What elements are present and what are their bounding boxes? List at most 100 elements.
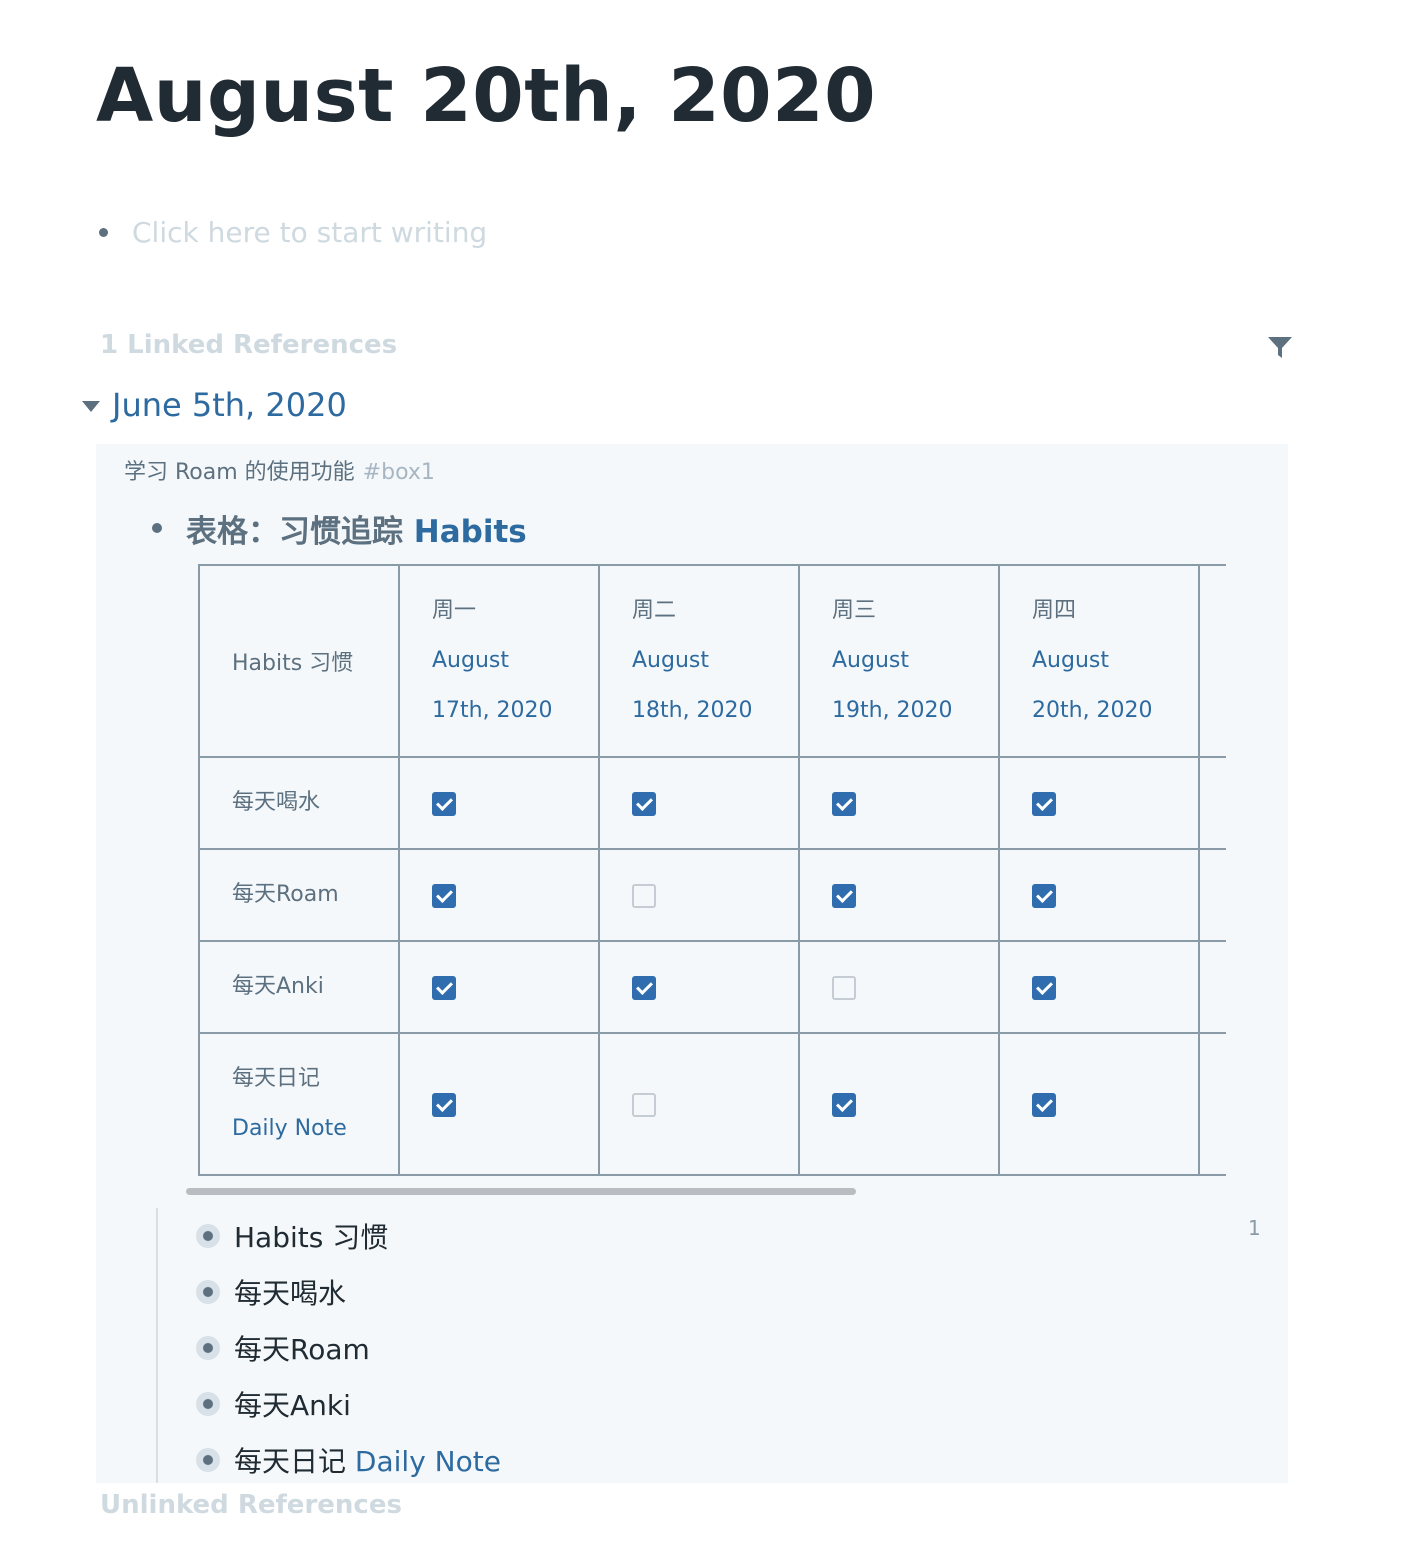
reference-block[interactable]: 表格：习惯追踪 Habits xyxy=(152,506,527,550)
habits-page-link[interactable]: Habits xyxy=(414,514,527,550)
reference-children: 1 Habits 习惯每天喝水每天Roam 每天Anki 每天日记 Daily No… xyxy=(156,1208,1266,1483)
checkbox-checked[interactable] xyxy=(1032,883,1056,908)
checkbox-checked[interactable] xyxy=(832,791,856,816)
date-link[interactable]: 20th, 2020 xyxy=(1032,686,1198,736)
habit-page-link[interactable]: Daily Note xyxy=(232,1104,398,1154)
list-item[interactable]: 每天Anki xyxy=(196,1380,351,1428)
filter-icon[interactable] xyxy=(1266,334,1294,362)
list-item-text[interactable]: 每天喝水 xyxy=(234,1272,346,1312)
list-item[interactable]: 每天喝水 xyxy=(196,1268,346,1316)
block-bullet-icon[interactable] xyxy=(152,523,162,533)
checkbox-checked[interactable] xyxy=(832,1092,856,1117)
habit-name: 每天日记 xyxy=(232,1066,321,1091)
block-bullet-icon[interactable] xyxy=(99,227,108,237)
collapsed-bullet-icon[interactable] xyxy=(196,1392,220,1416)
list-item-text[interactable]: Habits 习惯 xyxy=(234,1216,388,1256)
checkbox-checked[interactable] xyxy=(1032,791,1056,816)
overflow-cell xyxy=(1198,756,1226,850)
breadcrumb[interactable]: 学习 Roam 的使用功能 #box1 xyxy=(124,454,435,486)
reference-panel: 学习 Roam 的使用功能 #box1 表格：习惯追踪 Habits Habits… xyxy=(96,444,1288,1483)
habit-table: Habits 习惯 周一 August 17th, 2020 周二 August 18t… xyxy=(198,564,1226,1176)
date-link[interactable]: 19th, 2020 xyxy=(832,686,998,736)
table-header-day: 周三 August 19th, 2020 xyxy=(798,564,1000,758)
collapsed-bullet-icon[interactable] xyxy=(196,1224,220,1248)
reference-group-header[interactable]: June 5th, 2020 xyxy=(82,384,347,426)
indent-guide xyxy=(156,1208,158,1483)
habit-check-cell xyxy=(398,756,600,850)
checkbox-checked[interactable] xyxy=(632,791,656,816)
reference-count: 1 xyxy=(1248,1216,1261,1240)
habit-check-cell xyxy=(798,1032,1000,1176)
checkbox-checked[interactable] xyxy=(432,1092,456,1117)
weekday-label: 周三 xyxy=(832,598,877,623)
list-item-text[interactable]: 每天日记 Daily Note xyxy=(234,1440,501,1480)
table-header-day: 周一 August 17th, 2020 xyxy=(398,564,600,758)
habit-check-cell xyxy=(598,940,800,1034)
block-title-text: 表格：习惯追踪 xyxy=(186,513,403,550)
weekday-label: 周一 xyxy=(432,598,477,623)
habit-check-cell xyxy=(998,756,1200,850)
checkbox-checked[interactable] xyxy=(632,975,656,1000)
habit-name: 每天Roam xyxy=(232,882,339,907)
list-item-text[interactable]: 每天Anki xyxy=(234,1384,351,1424)
date-link[interactable]: August xyxy=(832,636,998,686)
habit-check-cell xyxy=(998,848,1200,942)
checkbox-checked[interactable] xyxy=(1032,975,1056,1000)
habit-check-cell xyxy=(398,848,600,942)
list-item-label: 每天日记 xyxy=(234,1445,347,1478)
breadcrumb-tag[interactable]: #box1 xyxy=(363,460,435,485)
overflow-cell xyxy=(1198,1032,1226,1176)
table-header-row: Habits 习惯 周一 August 17th, 2020 周二 August 18t… xyxy=(198,564,1226,758)
table-row: 每天Anki xyxy=(198,940,1226,1034)
date-link[interactable]: August xyxy=(632,636,798,686)
date-link[interactable]: 18th, 2020 xyxy=(632,686,798,736)
habit-check-cell xyxy=(798,940,1000,1034)
weekday-label: 周四 xyxy=(1032,598,1077,623)
horizontal-scrollbar[interactable] xyxy=(186,1188,856,1195)
checkbox-checked[interactable] xyxy=(432,791,456,816)
table-header-overflow xyxy=(1198,564,1226,758)
habit-name: 每天Anki xyxy=(232,974,324,999)
list-item-label: 每天Roam xyxy=(234,1333,370,1366)
table-row: 每天Roam xyxy=(198,848,1226,942)
page-title[interactable]: August 20th, 2020 xyxy=(96,56,876,136)
checkbox-checked[interactable] xyxy=(1032,1092,1056,1117)
list-item-label: 每天Anki xyxy=(234,1389,351,1422)
list-item-label: Habits 习惯 xyxy=(234,1221,389,1254)
habit-check-cell xyxy=(398,1032,600,1176)
list-item[interactable]: Habits 习惯 xyxy=(196,1212,388,1260)
block-title[interactable]: 表格：习惯追踪 Habits xyxy=(186,506,527,551)
list-item-text[interactable]: 每天Roam xyxy=(234,1328,370,1368)
empty-block[interactable]: Click here to start writing xyxy=(96,212,487,252)
collapsed-bullet-icon[interactable] xyxy=(196,1336,220,1360)
checkbox-checked[interactable] xyxy=(432,975,456,1000)
habit-name-cell: 每天喝水 xyxy=(198,756,400,850)
table-header-day: 周二 August 18th, 2020 xyxy=(598,564,800,758)
collapsed-bullet-icon[interactable] xyxy=(196,1280,220,1304)
checkbox-unchecked[interactable] xyxy=(832,975,856,1000)
checkbox-unchecked[interactable] xyxy=(632,1092,656,1117)
list-item[interactable]: 每天Roam xyxy=(196,1324,370,1372)
habit-table-scroll[interactable]: Habits 习惯 周一 August 17th, 2020 周二 August 18t… xyxy=(198,564,1226,1176)
checkbox-checked[interactable] xyxy=(432,883,456,908)
habit-check-cell xyxy=(398,940,600,1034)
overflow-cell xyxy=(1198,940,1226,1034)
checkbox-unchecked[interactable] xyxy=(632,883,656,908)
table-row: 每天日记 Daily Note xyxy=(198,1032,1226,1176)
collapsed-bullet-icon[interactable] xyxy=(196,1448,220,1472)
breadcrumb-parent[interactable]: 学习 Roam 的使用功能 xyxy=(124,460,355,485)
date-link[interactable]: 17th, 2020 xyxy=(432,686,598,736)
list-item[interactable]: 每天日记 Daily Note xyxy=(196,1436,501,1483)
date-link[interactable]: August xyxy=(432,636,598,686)
block-placeholder[interactable]: Click here to start writing xyxy=(132,216,487,249)
habit-name-cell: 每天Roam xyxy=(198,848,400,942)
reference-page-link[interactable]: June 5th, 2020 xyxy=(112,386,347,424)
unlinked-references-heading[interactable]: Unlinked References xyxy=(100,1490,402,1520)
page-link[interactable]: Daily Note xyxy=(355,1445,501,1478)
checkbox-checked[interactable] xyxy=(832,883,856,908)
date-link[interactable]: August xyxy=(1032,636,1198,686)
habit-check-cell xyxy=(598,1032,800,1176)
habit-check-cell xyxy=(798,848,1000,942)
habit-name-cell: 每天日记 Daily Note xyxy=(198,1032,400,1176)
caret-down-icon[interactable] xyxy=(82,400,100,412)
